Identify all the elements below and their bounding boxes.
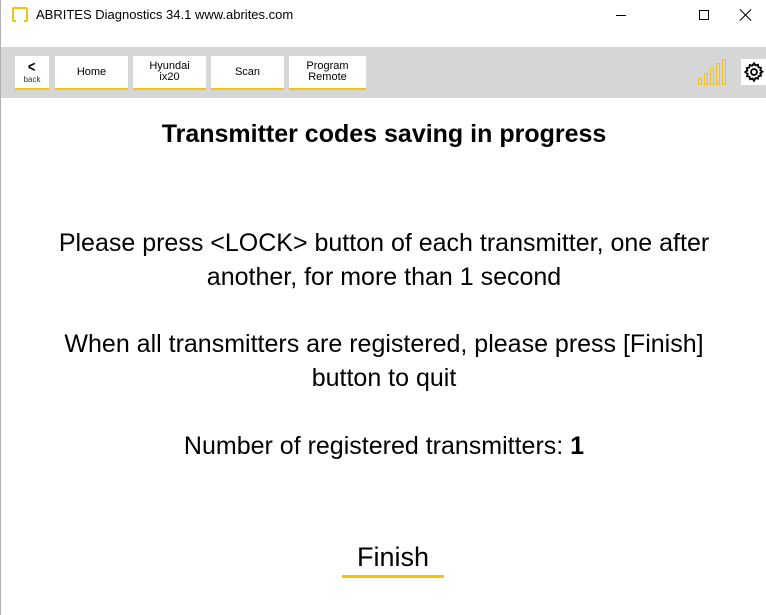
settings-button[interactable]: [741, 59, 766, 85]
app-window: ABRITES Diagnostics 34.1 www.abrites.com…: [0, 0, 766, 615]
signal-bar: [722, 59, 726, 85]
finish-button[interactable]: Finish: [342, 540, 444, 578]
app-logo-icon: [12, 7, 28, 22]
window-title: ABRITES Diagnostics 34.1 www.abrites.com: [36, 7, 294, 22]
chevron-left-icon: <: [28, 58, 36, 76]
model-label-line2: ix20: [159, 71, 180, 83]
lock-instruction-text: Please press <LOCK> button of each trans…: [58, 229, 710, 291]
close-button[interactable]: [723, 0, 766, 30]
back-button[interactable]: < back: [15, 56, 49, 90]
minimize-button[interactable]: [598, 0, 644, 30]
signal-bar: [716, 63, 720, 85]
gear-icon: [743, 61, 765, 83]
maximize-icon: [699, 10, 709, 20]
signal-strength-icon: [698, 59, 728, 85]
toolbar: < back Home Hyundai ix20 Scan Program Re…: [1, 47, 766, 98]
registered-count-value: 1: [570, 432, 585, 460]
maximize-button[interactable]: [681, 0, 727, 30]
breadcrumb-model-button[interactable]: Hyundai ix20: [133, 56, 206, 90]
registered-count-label: Number of registered transmitters:: [183, 432, 571, 460]
scan-label: Scan: [234, 65, 261, 78]
signal-bar: [704, 73, 708, 85]
program-label-line2: Remote: [308, 71, 347, 83]
minimize-icon: [616, 14, 626, 16]
registered-count-line: Number of registered transmitters: 1: [1, 432, 766, 461]
signal-bar: [710, 68, 714, 85]
scan-button[interactable]: Scan: [211, 56, 284, 90]
home-button[interactable]: Home: [55, 56, 128, 90]
back-label: back: [23, 74, 41, 84]
close-icon: [740, 9, 752, 21]
program-remote-button[interactable]: Program Remote: [289, 56, 366, 90]
signal-bar: [698, 78, 702, 85]
page-title: Transmitter codes saving in progress: [161, 120, 607, 148]
home-label: Home: [76, 65, 107, 78]
finish-instruction-text: When all transmitters are registered, pl…: [64, 330, 704, 392]
title-bar: ABRITES Diagnostics 34.1 www.abrites.com: [1, 0, 766, 30]
